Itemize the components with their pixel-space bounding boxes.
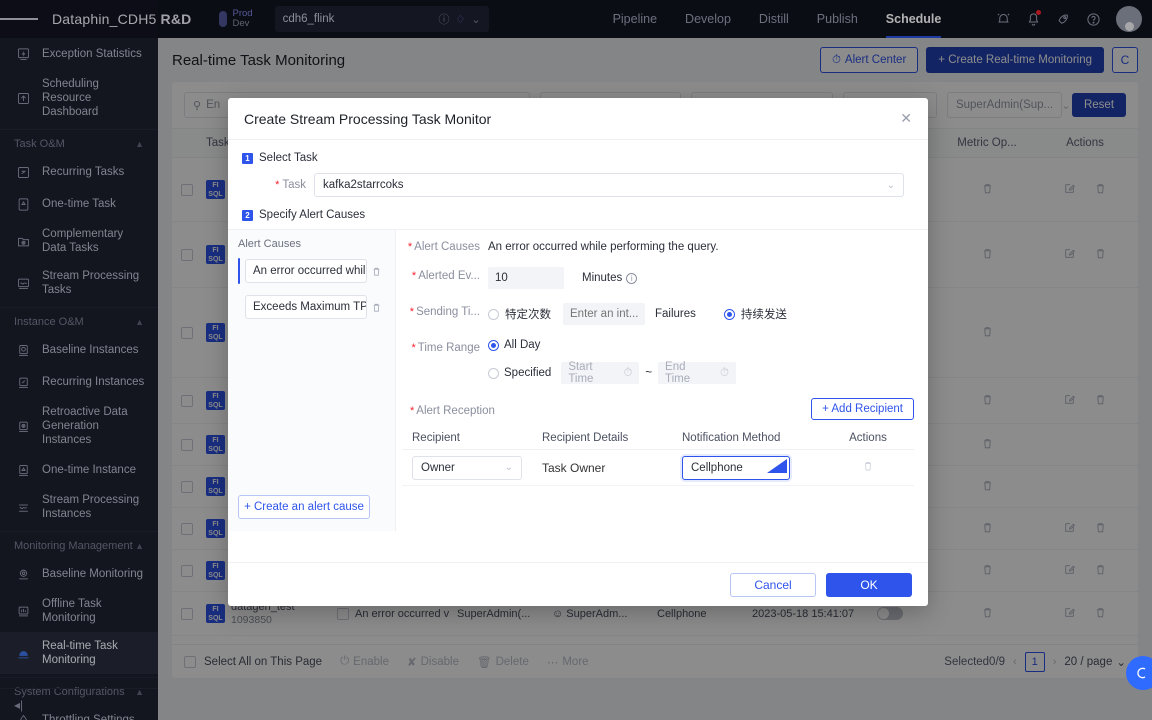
time-all-day-radio[interactable] — [488, 340, 499, 351]
alert-cause-entry[interactable]: An error occurred while ... ⌄ — [238, 258, 385, 284]
sending-specific-radio[interactable] — [488, 309, 499, 320]
delete-recipient-icon[interactable] — [862, 461, 874, 475]
required-asterisk: * — [275, 179, 279, 191]
time-range-row: *Time Range All Day Specified Start Time — [402, 339, 914, 384]
active-indicator — [238, 294, 240, 320]
recipients-table-header: Recipient Recipient Details Notification… — [402, 426, 914, 450]
required-asterisk: * — [410, 405, 414, 417]
alert-causes-value: An error occurred while performing the q… — [488, 238, 719, 253]
delete-alert-cause-icon[interactable] — [367, 302, 385, 313]
alert-cause-select-value: An error occurred while ... — [253, 265, 367, 277]
dialog-title: Create Stream Processing Task Monitor — [244, 111, 491, 127]
required-asterisk: * — [410, 306, 414, 318]
task-select-value: kafka2starrcoks — [323, 179, 404, 191]
time-all-day-label: All Day — [504, 339, 540, 351]
sending-count-input[interactable] — [563, 303, 645, 325]
alerted-every-row: *Alerted Ev... Minutes i — [402, 267, 914, 289]
recipient-row: Owner ⌄ Task Owner Cellphone ⌄ — [402, 450, 914, 486]
dialog-body: 1 Select Task *Task kafka2starrcoks ⌄ 2 … — [228, 140, 928, 562]
step-specify-alert-causes: 2 Specify Alert Causes — [228, 209, 928, 221]
dialog-footer: Cancel OK — [228, 562, 928, 606]
notification-method-value: Cellphone — [691, 462, 743, 474]
close-icon[interactable]: ✕ — [900, 110, 912, 127]
column-notification-method: Notification Method — [682, 432, 822, 444]
recipients-table: Recipient Recipient Details Notification… — [402, 426, 914, 486]
alert-cause-select[interactable]: Exceeds Maximum TPS ⌄ — [245, 295, 367, 319]
step-label: Select Task — [259, 152, 318, 164]
sending-times-label: Sending Ti... — [416, 306, 480, 318]
app-root: Dataphin_CDH5R&D Prod Dev cdh6_flink ⓘ ♢… — [0, 0, 1152, 720]
alert-reception-label: Alert Reception — [416, 405, 495, 417]
time-range-label: Time Range — [418, 342, 480, 354]
time-separator: ~ — [645, 367, 652, 379]
alert-causes-panel-title: Alert Causes — [238, 238, 385, 250]
dialog-header: Create Stream Processing Task Monitor ✕ — [228, 98, 928, 140]
ok-button[interactable]: OK — [826, 573, 912, 597]
recipient-select[interactable]: Owner ⌄ — [412, 456, 522, 480]
alert-cause-select-value: Exceeds Maximum TPS — [253, 301, 367, 313]
alerted-every-input[interactable] — [488, 267, 564, 289]
clock-icon: ⏱ — [720, 367, 729, 380]
chevron-down-icon: ⌄ — [881, 180, 895, 191]
time-specified-radio[interactable] — [488, 368, 499, 379]
alert-reception-header: *Alert Reception + Add Recipient — [402, 398, 914, 420]
sending-failures-unit: Failures — [655, 308, 696, 320]
start-time-placeholder: Start Time — [568, 361, 605, 385]
required-asterisk: * — [412, 342, 416, 354]
dim-overlay-topbar — [158, 0, 1152, 38]
column-recipient: Recipient — [402, 432, 542, 444]
sending-specific-label: 特定次数 — [505, 306, 551, 322]
selection-cursor-icon — [767, 459, 787, 473]
step-label: Specify Alert Causes — [259, 209, 365, 221]
alert-cause-entry[interactable]: Exceeds Maximum TPS ⌄ — [238, 294, 385, 320]
start-time-input[interactable]: Start Time ⏱ — [561, 362, 639, 384]
delete-alert-cause-icon[interactable] — [367, 266, 385, 277]
chevron-down-icon: ⌄ — [505, 462, 513, 473]
alert-cause-select[interactable]: An error occurred while ... ⌄ — [245, 259, 367, 283]
end-time-input[interactable]: End Time ⏱ — [658, 362, 736, 384]
help-fab-button[interactable] — [1126, 656, 1152, 690]
create-stream-monitor-dialog: Create Stream Processing Task Monitor ✕ … — [228, 98, 928, 606]
sending-continuous-radio[interactable] — [724, 309, 735, 320]
recipient-select-value: Owner — [421, 462, 455, 474]
required-asterisk: * — [412, 270, 416, 282]
recipient-details-value: Task Owner — [542, 461, 682, 475]
notification-method-select[interactable]: Cellphone ⌄ — [682, 456, 790, 480]
create-alert-cause-button[interactable]: + Create an alert cause — [238, 495, 370, 519]
add-recipient-button[interactable]: + Add Recipient — [811, 398, 914, 420]
dim-overlay-sidebar — [0, 0, 158, 720]
column-actions: Actions — [822, 432, 914, 444]
required-asterisk: * — [408, 241, 412, 253]
info-icon[interactable]: i — [626, 273, 637, 284]
task-field-label: Task — [282, 179, 306, 191]
end-time-placeholder: End Time — [665, 361, 702, 385]
task-field-row: *Task kafka2starrcoks ⌄ — [228, 173, 928, 197]
alert-cause-detail-panel: *Alert Causes An error occurred while pe… — [396, 230, 928, 531]
column-recipient-details: Recipient Details — [542, 432, 682, 444]
alert-causes-row: *Alert Causes An error occurred while pe… — [402, 238, 914, 253]
sending-continuous-label: 持续发送 — [741, 306, 787, 322]
alert-causes-list-panel: Alert Causes An error occurred while ...… — [228, 230, 396, 531]
sending-times-row: *Sending Ti... 特定次数 Failures 持续发送 — [402, 303, 914, 325]
alert-causes-section: Alert Causes An error occurred while ...… — [228, 229, 928, 531]
alerted-every-unit: Minutes i — [582, 272, 637, 284]
step-select-task: 1 Select Task — [228, 152, 928, 164]
cancel-button[interactable]: Cancel — [730, 573, 816, 597]
active-indicator — [238, 258, 240, 284]
alerted-every-label: Alerted Ev... — [418, 270, 480, 282]
alerted-every-unit-label: Minutes — [582, 272, 622, 284]
task-select[interactable]: kafka2starrcoks ⌄ — [314, 173, 904, 197]
time-specified-label: Specified — [504, 367, 551, 379]
alert-causes-label: Alert Causes — [414, 241, 480, 253]
step-number: 1 — [242, 153, 253, 164]
step-number: 2 — [242, 210, 253, 221]
clock-icon: ⏱ — [623, 367, 632, 380]
